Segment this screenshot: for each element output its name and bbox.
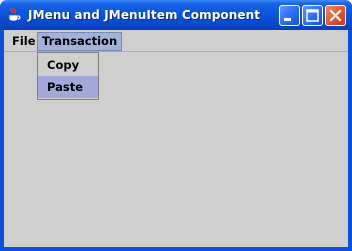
menu-file[interactable]: File [7, 32, 41, 51]
menu-bar: File Transaction [4, 30, 348, 52]
title-bar[interactable]: JMenu and JMenuItem Component [0, 0, 352, 30]
close-button[interactable] [325, 5, 346, 26]
content-pane: File Transaction Copy Paste [4, 30, 348, 247]
minimize-button[interactable] [279, 5, 300, 26]
menu-item-paste[interactable]: Paste [38, 76, 98, 98]
maximize-icon [306, 9, 319, 22]
java-cup-icon[interactable] [6, 7, 22, 23]
transaction-popup-menu: Copy Paste [37, 52, 99, 100]
app-window: JMenu and JMenuItem Component File Trans… [0, 0, 352, 251]
minimize-icon [284, 18, 291, 21]
close-icon [329, 9, 342, 22]
menu-item-copy[interactable]: Copy [38, 54, 98, 76]
window-title: JMenu and JMenuItem Component [28, 8, 261, 22]
menu-transaction[interactable]: Transaction [37, 32, 123, 51]
maximize-button[interactable] [302, 5, 323, 26]
